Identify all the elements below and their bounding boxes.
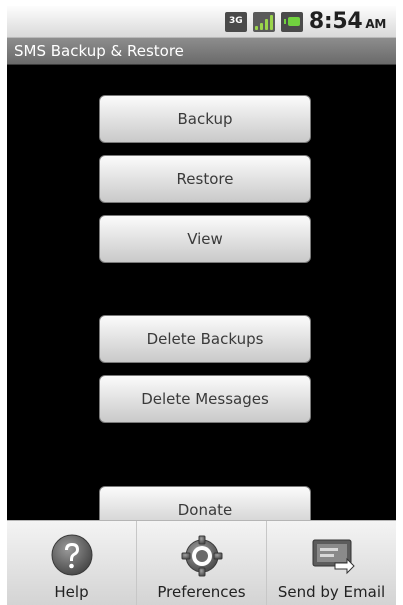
signal-icon bbox=[252, 11, 275, 32]
help-menu-item[interactable]: Help bbox=[7, 521, 136, 605]
title-bar: SMS Backup & Restore bbox=[7, 38, 396, 65]
view-button[interactable]: View bbox=[99, 215, 311, 263]
delete-backups-button[interactable]: Delete Backups bbox=[99, 315, 311, 363]
preferences-menu-item[interactable]: Preferences bbox=[136, 521, 266, 605]
three-g-icon: 3G bbox=[224, 11, 247, 32]
battery-icon bbox=[280, 11, 303, 32]
phone-frame: 3G 8:54 AM SMS Backup & Restore Backup R… bbox=[0, 0, 403, 605]
send-by-email-menu-item[interactable]: Send by Email bbox=[266, 521, 396, 605]
delete-messages-button[interactable]: Delete Messages bbox=[99, 375, 311, 423]
clock-time: 8:54 bbox=[308, 9, 363, 34]
status-icons: 3G 8:54 AM bbox=[224, 9, 386, 34]
screen: 3G 8:54 AM SMS Backup & Restore Backup R… bbox=[7, 6, 396, 605]
email-icon bbox=[312, 539, 355, 575]
backup-button[interactable]: Backup bbox=[99, 95, 311, 143]
options-menu: Help Preferences Send by Email bbox=[7, 520, 396, 605]
network-label: 3G bbox=[229, 16, 243, 26]
help-icon bbox=[51, 534, 92, 576]
clock: 8:54 AM bbox=[309, 9, 386, 34]
preferences-icon bbox=[181, 535, 222, 577]
clock-ampm: AM bbox=[365, 17, 386, 31]
help-label: Help bbox=[54, 583, 89, 601]
status-bar: 3G 8:54 AM bbox=[7, 6, 396, 38]
send-by-email-label: Send by Email bbox=[277, 583, 386, 601]
preferences-label: Preferences bbox=[157, 583, 246, 601]
app-title: SMS Backup & Restore bbox=[14, 42, 184, 60]
restore-button[interactable]: Restore bbox=[99, 155, 311, 203]
